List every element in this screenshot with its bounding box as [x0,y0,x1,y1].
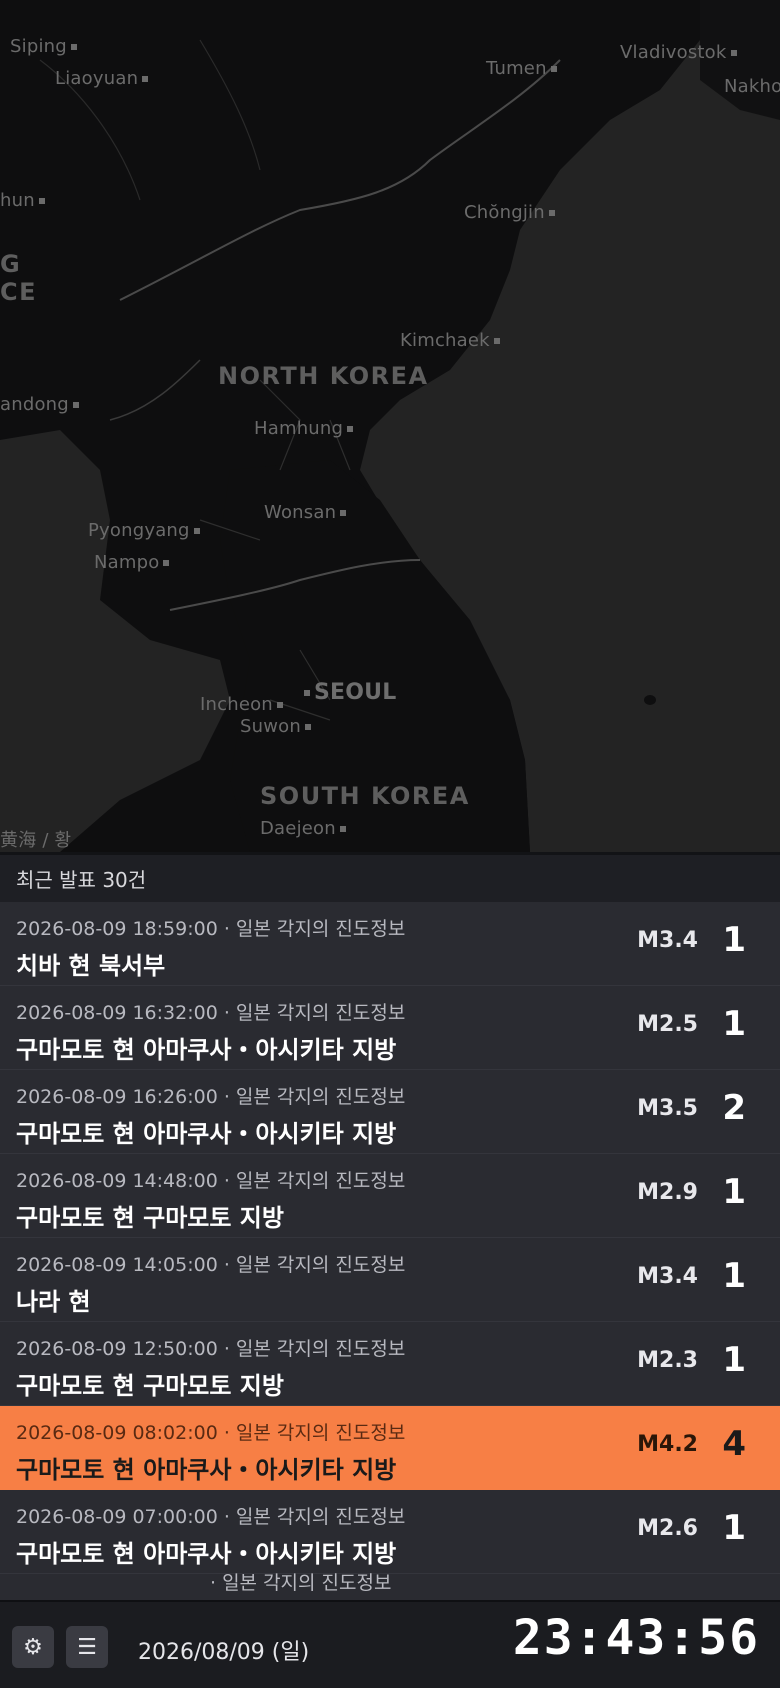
list-item[interactable]: 2026-08-09 07:00:00 · 일본 각지의 진도정보 구마모토 현… [0,1490,780,1574]
current-date: 2026/08/09 (일) [138,1640,310,1665]
map-label-vladivostok: Vladivostok [620,42,741,63]
item-magnitude: M3.4 [637,1264,698,1289]
map-label-incheon: Incheon [200,694,287,715]
item-meta: 2026-08-09 07:00:00 · 일본 각지의 진도정보 [16,1506,406,1528]
map-label-chongjin: Chŏngjin [464,202,559,223]
settings-button[interactable]: ⚙ [12,1626,54,1668]
list-item-partial[interactable]: · 일본 각지의 진도정보 [0,1572,780,1594]
item-location: 구마모토 현 아마쿠사・아시키타 지방 [16,1540,397,1568]
map-label-seoul: SEOUL [300,680,396,705]
item-magnitude: M2.6 [637,1516,698,1541]
map-label-nampo: Nampo [94,552,173,573]
list-item[interactable]: 2026-08-09 14:05:00 · 일본 각지의 진도정보 나라 현 M… [0,1238,780,1322]
map-label-south-korea: SOUTH KOREA [260,782,470,810]
item-location: 구마모토 현 구마모토 지방 [16,1372,284,1400]
map-label-ce: CE [0,278,38,306]
earthquake-list[interactable]: 2026-08-09 18:59:00 · 일본 각지의 진도정보 치바 현 북… [0,902,780,1600]
current-time-clock: 23:43:56 [512,1610,760,1666]
item-meta: 2026-08-09 14:48:00 · 일본 각지의 진도정보 [16,1170,406,1192]
menu-icon: ☰ [77,1634,97,1660]
map-label-kimchaek: Kimchaek [400,330,504,351]
item-meta: 2026-08-09 16:32:00 · 일본 각지의 진도정보 [16,1002,406,1024]
map-view[interactable]: Siping Liaoyuan Tumen Vladivostok Nakho … [0,0,780,852]
item-meta: 2026-08-09 12:50:00 · 일본 각지의 진도정보 [16,1338,406,1360]
item-location: 치바 현 북서부 [16,952,166,980]
item-shindo: 1 [722,1508,746,1548]
item-magnitude: M3.5 [637,1096,698,1121]
list-item[interactable]: 2026-08-09 18:59:00 · 일본 각지의 진도정보 치바 현 북… [0,902,780,986]
item-magnitude: M3.4 [637,928,698,953]
map-label-liaoyuan: Liaoyuan [55,68,152,89]
item-location: 구마모토 현 아마쿠사・아시키타 지방 [16,1036,397,1064]
item-meta: 2026-08-09 18:59:00 · 일본 각지의 진도정보 [16,918,406,940]
item-shindo: 1 [722,920,746,960]
item-magnitude: M2.3 [637,1348,698,1373]
item-shindo: 1 [722,1172,746,1212]
map-label-yellow-sea: 黄海 / 황 [0,830,72,851]
item-location: 구마모토 현 구마모토 지방 [16,1204,284,1232]
map-label-g: G [0,250,22,278]
item-location: 구마모토 현 아마쿠사・아시키타 지방 [16,1120,397,1148]
item-meta: 2026-08-09 14:05:00 · 일본 각지의 진도정보 [16,1254,406,1276]
map-label-suwon: Suwon [240,716,315,737]
item-shindo: 1 [722,1340,746,1380]
map-label-siping: Siping [10,36,81,57]
footer-bar: ⚙ ☰ 2026/08/09 (일) 23:43:56 [0,1600,780,1688]
menu-button[interactable]: ☰ [66,1626,108,1668]
list-item-highlighted[interactable]: 2026-08-09 08:02:00 · 일본 각지의 진도정보 구마모토 현… [0,1406,780,1490]
item-meta: 2026-08-09 16:26:00 · 일본 각지의 진도정보 [16,1086,406,1108]
item-magnitude: M4.2 [637,1432,698,1457]
list-item[interactable]: 2026-08-09 12:50:00 · 일본 각지의 진도정보 구마모토 현… [0,1322,780,1406]
list-header: 최근 발표 30건 [0,852,780,902]
map-label-dandong: andong [0,394,83,415]
item-shindo: 1 [722,1004,746,1044]
item-shindo: 1 [722,1256,746,1296]
item-shindo: 2 [722,1088,746,1128]
list-header-title: 최근 발표 30건 [16,868,147,892]
map-landmass [0,0,780,852]
gear-icon: ⚙ [23,1634,43,1660]
item-magnitude: M2.5 [637,1012,698,1037]
map-label-hamhung: Hamhung [254,418,357,439]
map-label-daejeon: Daejeon [260,818,350,839]
item-magnitude: M2.9 [637,1180,698,1205]
map-label-hun: hun [0,190,49,211]
item-location: 구마모토 현 아마쿠사・아시키타 지방 [16,1456,397,1484]
item-meta: · 일본 각지의 진도정보 [210,1572,392,1594]
map-label-nakhodka: Nakho [724,76,780,97]
list-item[interactable]: 2026-08-09 14:48:00 · 일본 각지의 진도정보 구마모토 현… [0,1154,780,1238]
map-label-wonsan: Wonsan [264,502,350,523]
map-label-tumen: Tumen [486,58,561,79]
map-label-pyongyang: Pyongyang [88,520,204,541]
list-item[interactable]: 2026-08-09 16:26:00 · 일본 각지의 진도정보 구마모토 현… [0,1070,780,1154]
map-label-north-korea: NORTH KOREA [218,362,429,390]
item-meta: 2026-08-09 08:02:00 · 일본 각지의 진도정보 [16,1422,406,1444]
item-shindo: 4 [722,1424,746,1464]
list-item[interactable]: 2026-08-09 16:32:00 · 일본 각지의 진도정보 구마모토 현… [0,986,780,1070]
item-location: 나라 현 [16,1288,91,1316]
